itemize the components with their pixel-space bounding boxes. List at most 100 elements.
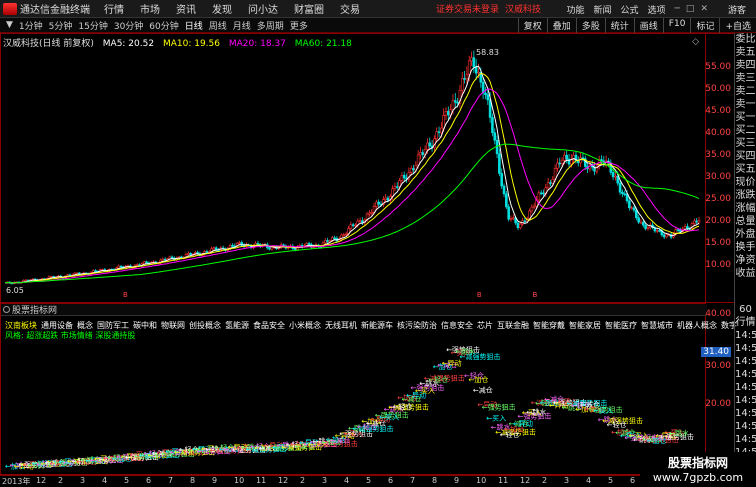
concept-tag[interactable]: 智能家居 [569,321,601,330]
maximize-icon[interactable]: □ [686,4,695,14]
period-day-arrow[interactable]: ▼ [6,20,13,30]
minimize-icon[interactable]: ─ [675,4,680,14]
period-60min[interactable]: 60分钟 [149,19,178,32]
tool-add-watchlist[interactable]: +自选 [719,18,756,33]
concept-tag[interactable]: 食品安全 [253,321,285,330]
price-axis-label: 45.00 [705,106,731,116]
candle-body [170,256,174,259]
chart-settings-icon[interactable]: ◇ [692,37,699,47]
tool-overlay[interactable]: 叠加 [546,18,576,33]
period-1min[interactable]: 1分钟 [19,19,43,32]
trade-time-row: 14:5 [735,330,756,341]
menu-discover[interactable]: 发现 [212,1,232,16]
concept-tag[interactable]: 汉南板块 [5,321,37,330]
period-weekly[interactable]: 周线 [209,19,227,32]
menu-formula[interactable]: 公式 [620,3,638,16]
ma20-value: MA20: 18.37 [228,39,286,49]
concept-tag[interactable]: 创投概念 [189,321,221,330]
indicator-panel[interactable]: 股票指标网 ←加仓 ←减仓 ←异动 ←强势狙击 ←买入 ←跳水 ←减强势狙击 ←轻仓 ←加仓 ←减… [0,303,737,475]
period-monthly[interactable]: 月线 [233,19,251,32]
menu-market[interactable]: 市场 [140,1,160,16]
concept-tag[interactable]: 智能医疗 [605,321,637,330]
watermark-url: www.7gpzb.com [652,471,744,484]
candle-body [145,261,148,264]
candle-body [560,159,564,164]
candle-body [344,233,348,236]
concept-tag[interactable]: 信息安全 [441,321,473,330]
candle-body [161,258,165,261]
indicator-axis-label: 30.00 [705,361,731,371]
signal-label: ←加仓 [469,375,489,384]
tool-adjust[interactable]: 复权 [517,18,547,33]
candle-body [537,192,541,201]
candle-body [444,111,448,116]
concept-tag[interactable]: 智慧城市 [641,321,673,330]
period-daily[interactable]: 日线 [185,19,203,32]
period-30min[interactable]: 30分钟 [114,19,143,32]
concept-tag[interactable]: 智能穿戴 [533,321,565,330]
period-multi[interactable]: 多周期 [257,19,284,32]
trade-time-row: 60 [739,304,752,315]
candle-body [358,220,362,222]
candle-body [546,182,550,189]
login-warning[interactable]: 证券交易未登录 [436,2,499,15]
concept-tag[interactable]: 国防军工 [97,321,129,330]
candle-body [611,172,615,178]
period-15min[interactable]: 15分钟 [78,19,107,32]
menu-ask[interactable]: 问小达 [248,1,278,16]
concept-tag[interactable]: 物联网 [161,321,185,330]
main-chart[interactable]: B B B 汉威科技(日线 前复权) MA5: 20.52 MA10: 19.56 … [0,33,706,303]
candle-body [375,201,378,207]
candle-body [412,168,415,171]
date-axis-label: 4 [586,476,592,485]
quote-row: 卖四 [735,60,756,71]
menu-bar: 通达信金融终端 行情 市场 资讯 发现 问小达 财富圈 交易 证券交易未登录 汉… [0,0,756,18]
price-axis-label: 15.00 [705,238,731,248]
menu-options[interactable]: 选项 [647,3,665,16]
close-icon[interactable]: ✕ [700,4,708,14]
concept-tag[interactable]: 通用设备 [41,321,73,330]
concept-tag[interactable]: 互联金融 [497,321,529,330]
candle-body [618,182,622,193]
concept-tag[interactable]: 芯片 [477,321,493,330]
menu-news-right[interactable]: 新闻 [593,3,611,16]
menu-wealth[interactable]: 财富圈 [294,1,324,16]
date-axis-label: 12 [520,476,531,485]
date-axis-label: 11 [498,476,509,485]
concept-tag[interactable]: 氢能源 [225,321,249,330]
concept-tag[interactable]: 新能源车 [361,321,393,330]
candle-body [662,234,666,238]
concept-tag[interactable]: 无线耳机 [325,321,357,330]
menu-quotes[interactable]: 行情 [104,1,124,16]
indicator-axis-label: 40.00 [705,309,731,319]
tool-draw[interactable]: 画线 [633,18,663,33]
tool-f10[interactable]: F10 [662,18,691,33]
concept-tag[interactable]: 概念 [77,321,93,330]
date-axis-label: 2 [58,476,64,485]
period-bar: ▼ 1分钟 5分钟 15分钟 30分钟 60分钟 日线 周线 月线 多周期 更多… [0,18,756,33]
date-axis: 2013年 12 2 3 4 5 6 7 8 9 10 11 12 2 3 4 5 6 7 8 9 10 11 12 2 3 4 5 6… [0,475,706,487]
menu-news[interactable]: 资讯 [176,1,196,16]
candle-body [512,217,515,220]
price-chart-svg: BBB [4,50,701,299]
concept-tag[interactable]: 碳中和 [133,321,157,330]
tool-mark[interactable]: 标记 [690,18,719,33]
period-5min[interactable]: 5分钟 [49,19,73,32]
candle-body [686,226,689,229]
guest-label[interactable]: 游客 [728,3,746,16]
price-axis-label: 25.00 [705,194,731,204]
menu-trade[interactable]: 交易 [340,1,360,16]
quote-row: 涨幅 [735,203,756,214]
candle-body [676,229,680,231]
candle-body [136,264,139,267]
candle-body [307,243,311,245]
menu-function[interactable]: 功能 [566,3,584,16]
ma20-line [4,88,700,284]
concept-tag[interactable]: 核污染防治 [397,321,437,330]
price-axis: 55.00 50.00 45.00 40.00 35.00 30.00 25.00 20.00… [705,33,734,303]
tool-multi-stock[interactable]: 多股 [575,18,605,33]
tool-stats[interactable]: 统计 [604,18,634,33]
period-more[interactable]: 更多 [290,19,308,32]
quote-row: 外盘 [735,229,756,240]
concept-tag[interactable]: 小米概念 [289,321,321,330]
